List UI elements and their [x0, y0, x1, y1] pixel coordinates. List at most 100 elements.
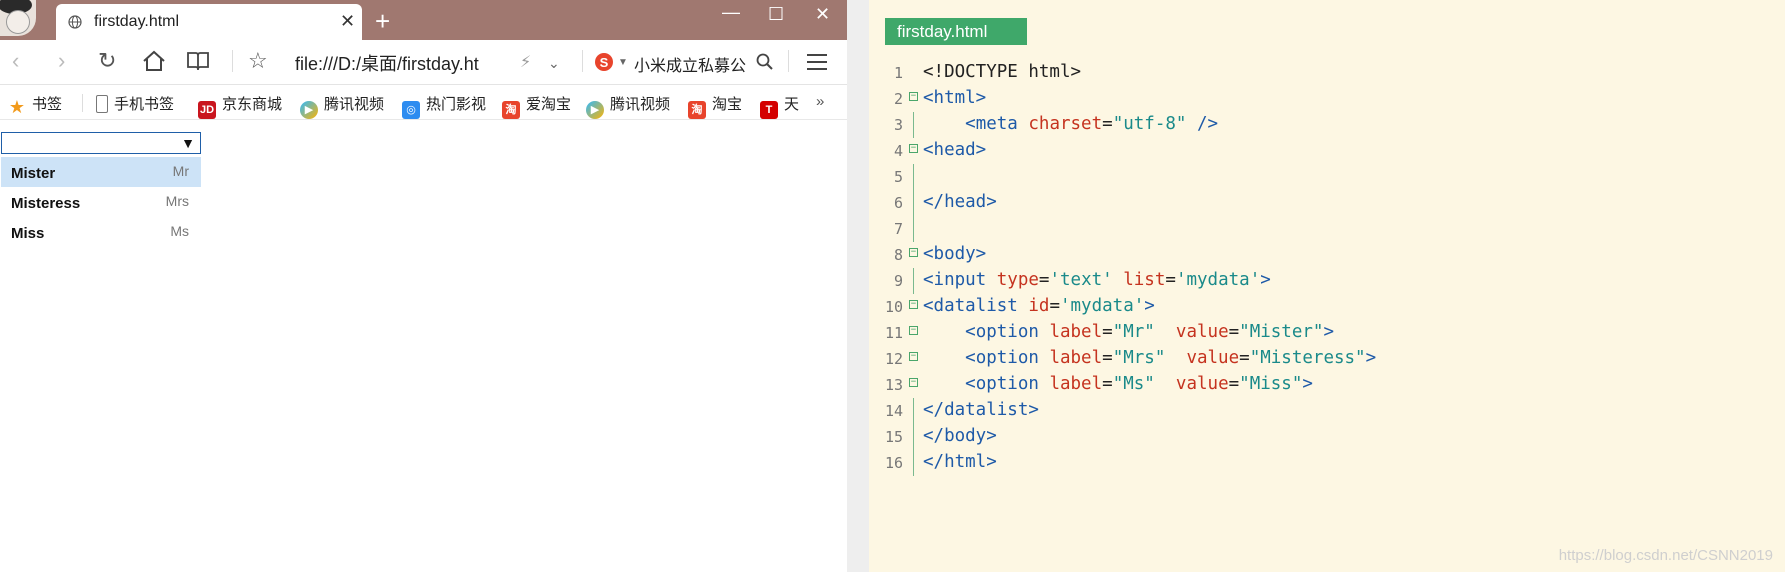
line-number: 4 [893, 142, 903, 160]
globe-icon [68, 15, 82, 29]
movie-icon: ◎ [402, 101, 420, 119]
chevron-down-icon[interactable]: ⌄ [548, 52, 560, 74]
fold-toggle-icon[interactable]: − [909, 300, 918, 309]
code-text: <datalist id='mydata'> [923, 296, 1155, 316]
fold-toggle-icon[interactable]: − [909, 92, 918, 101]
code-editor: firstday.html 1 <!DOCTYPE html> 2− <html> 3 … [869, 0, 1785, 572]
fold-guide [913, 190, 914, 216]
watermark: https://blog.csdn.net/CSNN2019 [1558, 547, 1773, 564]
code-text: </body> [923, 426, 997, 446]
code-text: <option label="Mrs" value="Misteress"> [965, 348, 1377, 368]
taobao-icon: 淘 [502, 101, 520, 119]
page-content: ▼ Mister Mr Misteress Mrs Miss Ms [0, 120, 847, 572]
close-window-icon[interactable]: ✕ [815, 4, 830, 25]
fold-guide [913, 164, 914, 190]
reader-mode-icon[interactable] [186, 50, 210, 72]
menu-icon[interactable] [806, 52, 828, 72]
datalist-option[interactable]: Mister Mr [1, 157, 201, 187]
fold-guide [913, 450, 914, 476]
fold-guide [913, 268, 914, 294]
star-icon: ★ [8, 97, 26, 117]
line-number: 9 [893, 272, 903, 290]
search-input[interactable]: 小米成立私募公 [634, 52, 746, 76]
line-number: 6 [893, 194, 903, 212]
close-tab-icon[interactable]: ✕ [340, 11, 355, 32]
bookmark-item[interactable]: ▶ 腾讯视频 [586, 93, 670, 119]
bookmark-item[interactable]: JD 京东商城 [198, 93, 282, 119]
code-text: <option label="Ms" value="Miss"> [965, 374, 1313, 394]
fold-guide [913, 424, 914, 450]
code-text: <head> [923, 140, 987, 160]
line-number: 15 [884, 428, 903, 446]
editor-file-tab[interactable]: firstday.html [885, 18, 1027, 45]
line-number: 7 [893, 220, 903, 238]
title-bar: firstday.html ✕ + — ☐ ✕ [0, 0, 847, 40]
line-number: 2 [893, 90, 903, 108]
fold-guide [913, 216, 914, 242]
minimize-icon[interactable]: — [722, 2, 740, 23]
line-number: 1 [893, 64, 903, 82]
browser-window: firstday.html ✕ + — ☐ ✕ ‹ › ↻ ☆ file:///… [0, 0, 847, 572]
engine-dropdown-icon[interactable]: ▼ [618, 52, 628, 74]
new-tab-button[interactable]: + [375, 6, 390, 37]
address-bar[interactable]: file:///D:/桌面/firstday.ht [295, 50, 479, 76]
bookmark-item[interactable]: ◎ 热门影视 [402, 93, 486, 119]
taobao-icon: 淘 [688, 101, 706, 119]
code-text: <input type='text' list='mydata'> [923, 270, 1271, 290]
datalist-option[interactable]: Misteress Mrs [1, 187, 201, 217]
phone-icon [96, 95, 108, 113]
search-icon[interactable] [756, 53, 774, 71]
bookmark-item[interactable]: ★ 书签 [8, 93, 62, 116]
fold-toggle-icon[interactable]: − [909, 352, 918, 361]
sogou-search-icon[interactable]: S [594, 52, 616, 72]
line-number: 13 [884, 376, 903, 394]
datalist-input[interactable]: ▼ [1, 132, 201, 154]
svg-text:S: S [600, 55, 609, 70]
fold-toggle-icon[interactable]: − [909, 144, 918, 153]
line-number: 14 [884, 402, 903, 420]
line-number: 3 [893, 116, 903, 134]
line-number: 10 [884, 298, 903, 316]
datalist-option[interactable]: Miss Ms [1, 217, 201, 247]
bookmark-item[interactable]: T天 [760, 93, 799, 119]
code-text: <option label="Mr" value="Mister"> [965, 322, 1334, 342]
maximize-icon[interactable]: ☐ [768, 4, 784, 25]
bookmarks-bar: ★ 书签 手机书签 JD 京东商城 ▶ 腾讯视频 ◎ 热门影视 淘爱淘宝 ▶ 腾讯视频 淘… [0, 85, 847, 120]
back-icon[interactable]: ‹ [12, 50, 19, 72]
fold-toggle-icon[interactable]: − [909, 378, 918, 387]
tmall-icon: T [760, 101, 778, 119]
bookmark-item[interactable]: 淘淘宝 [688, 93, 742, 119]
bookmark-item[interactable]: ▶ 腾讯视频 [300, 93, 384, 119]
bookmark-item[interactable]: 淘爱淘宝 [502, 93, 571, 119]
fold-guide [913, 398, 914, 424]
fold-toggle-icon[interactable]: − [909, 326, 918, 335]
dropdown-arrow-icon[interactable]: ▼ [181, 135, 195, 151]
tab-title: firstday.html [94, 13, 180, 30]
favorite-star-icon[interactable]: ☆ [248, 50, 268, 72]
fold-toggle-icon[interactable]: − [909, 248, 918, 257]
window-divider [847, 0, 869, 572]
line-number: 5 [893, 168, 903, 186]
avatar[interactable] [0, 0, 36, 36]
code-text: <html> [923, 88, 987, 108]
code-text: </html> [923, 452, 997, 472]
code-text: <meta charset="utf-8" /> [965, 114, 1219, 134]
bookmark-item[interactable]: 手机书签 [96, 93, 174, 114]
datalist-dropdown: Mister Mr Misteress Mrs Miss Ms [1, 157, 201, 247]
tencent-video-icon: ▶ [300, 101, 318, 119]
line-number: 12 [884, 350, 903, 368]
fold-guide [913, 112, 914, 138]
code-text: </datalist> [923, 400, 1039, 420]
bookmarks-overflow-button[interactable]: » [816, 93, 824, 110]
lightning-icon[interactable]: ⚡ [520, 52, 531, 74]
line-number: 8 [893, 246, 903, 264]
browser-toolbar: ‹ › ↻ ☆ file:///D:/桌面/firstday.ht ⚡ ⌄ S … [0, 40, 847, 85]
line-number: 16 [884, 454, 903, 472]
code-text: </head> [923, 192, 997, 212]
browser-tab[interactable]: firstday.html ✕ [56, 4, 362, 40]
reload-icon[interactable]: ↻ [98, 50, 116, 72]
code-text: <!DOCTYPE html> [923, 62, 1082, 82]
home-icon[interactable] [142, 50, 166, 72]
code-text: <body> [923, 244, 987, 264]
forward-icon[interactable]: › [58, 50, 65, 72]
